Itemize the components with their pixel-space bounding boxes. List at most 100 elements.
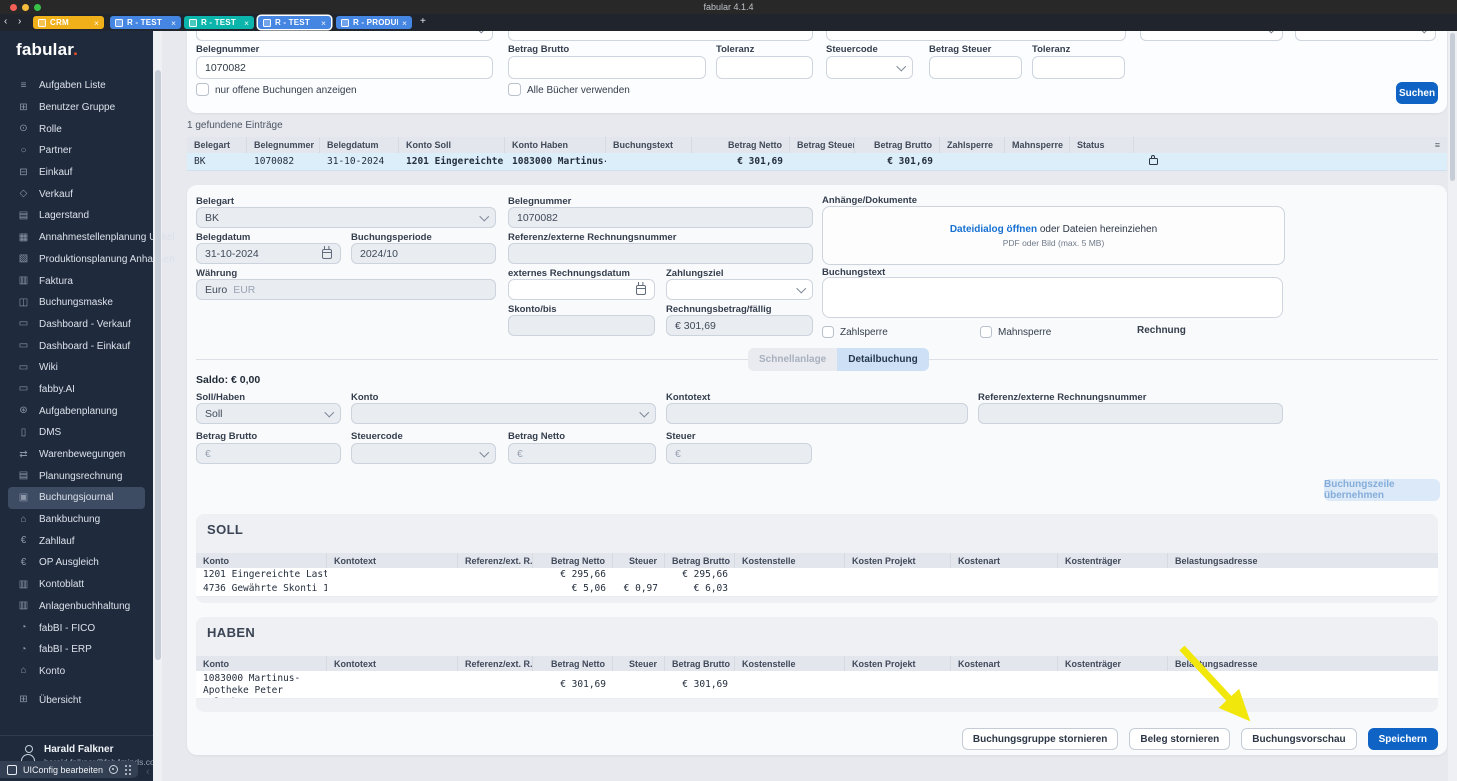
sidebar-item-dms[interactable]: ▯ DMS (0, 422, 153, 444)
sidebar-item-aufgabenplanung[interactable]: ⊛ Aufgabenplanung (0, 400, 153, 422)
buchungsvorschau-button[interactable]: Buchungsvorschau (1241, 728, 1357, 750)
sidebar-scrollbar-thumb[interactable] (154, 70, 161, 660)
tab-r-test-2[interactable]: R - TEST × (184, 16, 254, 29)
tab-r-produktiv[interactable]: R - PRODUKTIV × (336, 16, 412, 29)
sidebar-item-einkauf[interactable]: ⊟ Einkauf (0, 162, 153, 184)
ext-rechnungsdatum-input[interactable] (508, 279, 655, 300)
steuercode-select[interactable] (826, 56, 913, 79)
search-filter-select-1[interactable] (196, 31, 493, 41)
tab-r-test-3-active[interactable]: R - TEST × (258, 16, 331, 29)
haben-row[interactable]: 1083000 Martinus-Apotheke Peter Kalscheu… (196, 671, 1438, 699)
suchen-button[interactable]: Suchen (1396, 82, 1438, 104)
close-tab-icon[interactable]: × (402, 18, 407, 28)
back-icon[interactable]: ‹ (4, 16, 7, 27)
toleranz-input-2[interactable] (1032, 56, 1125, 79)
drag-handle-icon[interactable] (124, 764, 131, 775)
close-tab-icon[interactable]: × (94, 18, 99, 28)
purchase-icon: ⊟ (19, 166, 28, 178)
toleranz-input-1[interactable] (716, 56, 813, 79)
search-filter-select-2[interactable] (1140, 31, 1283, 41)
search-filter-input-2[interactable] (826, 31, 1126, 41)
sidebar-item-kontoblatt[interactable]: ▥ Kontoblatt (0, 574, 153, 596)
sidebar-item-rolle[interactable]: ⊙ Rolle (0, 118, 153, 140)
belegart-select: BK (196, 207, 496, 228)
col-belegart: Belegart (187, 137, 247, 153)
belegnummer-input[interactable]: 1070082 (196, 56, 493, 79)
referenz-input (508, 243, 813, 264)
sidebar-item-anlagenbuchhaltung[interactable]: ▥ Anlagenbuchhaltung (0, 596, 153, 618)
sidebar-item-fabbi-fico[interactable]: ◔ fabBI - FICO (0, 617, 153, 639)
sidebar-item-zahllauf[interactable]: € Zahllauf (0, 530, 153, 552)
column-menu-icon[interactable]: ≡ (1435, 140, 1440, 150)
buchungstext-textarea[interactable] (822, 277, 1283, 318)
sidebar-collapse-icon[interactable]: ‹ (146, 766, 150, 778)
mahnsperre-checkbox[interactable] (980, 326, 992, 338)
close-tab-icon[interactable]: × (321, 18, 326, 28)
sidebar-item-verkauf[interactable]: ◇ Verkauf (0, 183, 153, 205)
betrag-steuer-label: Betrag Steuer (929, 44, 992, 55)
booking-referenz-input (978, 403, 1283, 424)
nur-offene-buchungen-checkbox[interactable] (196, 83, 209, 96)
zahlsperre-checkbox[interactable] (822, 326, 834, 338)
alle-buecher-checkbox[interactable] (508, 83, 521, 96)
zahlungsziel-label: Zahlungsziel (666, 268, 724, 279)
sidebar-item-op-ausgleich[interactable]: € OP Ausgleich (0, 552, 153, 574)
file-dropzone[interactable]: Dateidialog öffnen oder Dateien hereinzi… (822, 206, 1285, 265)
gear-icon[interactable] (109, 765, 119, 774)
sidebar-item-planungsrechnung[interactable]: ▤ Planungsrechnung (0, 465, 153, 487)
speichern-button[interactable]: Speichern (1367, 728, 1438, 750)
chevron-down-icon (896, 61, 906, 71)
tab-r-test-1[interactable]: R - TEST × (110, 16, 181, 29)
tab-crm[interactable]: CRM × (33, 16, 104, 29)
app-tab-icon (38, 18, 46, 27)
zahlungsziel-select[interactable] (666, 279, 813, 300)
sidebar-item-buchungsjournal[interactable]: ▣ Buchungsjournal (8, 487, 145, 509)
sidebar-item-warenbewegungen[interactable]: ⇄ Warenbewegungen (0, 444, 153, 466)
sidebar-item-buchungsmaske[interactable]: ◫ Buchungsmaske (0, 292, 153, 314)
close-tab-icon[interactable]: × (244, 18, 249, 28)
col-kosten-projekt: Kosten Projekt (845, 553, 951, 568)
file-dialog-link[interactable]: Dateidialog öffnen (950, 224, 1037, 235)
sidebar-item-uebersicht[interactable]: ⊞ Übersicht (0, 689, 153, 711)
betrag-brutto-label: Betrag Brutto (508, 44, 570, 55)
search-filter-select-3[interactable] (1295, 31, 1436, 41)
sidebar-item-dashboard-einkauf[interactable]: ▭ Dashboard - Einkauf (0, 335, 153, 357)
close-tab-icon[interactable]: × (171, 18, 176, 28)
col-kostenart: Kostenart (951, 553, 1058, 568)
sidebar-item-bankbuchung[interactable]: ⌂ Bankbuchung (0, 509, 153, 531)
sidebar-item-fabbi-erp[interactable]: ◔ fabBI - ERP (0, 639, 153, 661)
planning-calc-icon: ▤ (18, 470, 29, 482)
sidebar-item-dashboard-verkauf[interactable]: ▭ Dashboard - Verkauf (0, 314, 153, 336)
sidebar-item-faktura[interactable]: ▥ Faktura (0, 270, 153, 292)
buchungsgruppe-stornieren-button[interactable]: Buchungsgruppe stornieren (961, 728, 1119, 750)
new-tab-icon[interactable]: + (420, 16, 426, 27)
tab-schnellanlage[interactable]: Schnellanlage (748, 348, 838, 371)
sidebar-item-fabby-ai[interactable]: ▭ fabby.AI (0, 379, 153, 401)
lock-icon (1149, 154, 1158, 165)
dashboard-sales-icon: ▭ (18, 318, 29, 330)
soll-row[interactable]: 4736 Gewährte Skonti 19% € 5,06 € 0,97 €… (196, 582, 1438, 597)
col-kostentraeger: Kostenträger (1058, 656, 1168, 671)
betrag-steuer-input[interactable] (929, 56, 1022, 79)
sidebar-item-wiki[interactable]: ▭ Wiki (0, 357, 153, 379)
uiconfig-checkbox[interactable] (7, 764, 17, 775)
sidebar-item-partner[interactable]: ○ Partner (0, 140, 153, 162)
result-row[interactable]: BK 1070082 31-10-2024 1201 Eingereichte … (187, 153, 1447, 171)
bi-erp-icon: ◔ (20, 643, 27, 655)
betrag-brutto-input[interactable] (508, 56, 706, 79)
soll-row[interactable]: 1201 Eingereichte Lastschriften € 295,66… (196, 568, 1438, 583)
booking-mode-tabs: Schnellanlage Detailbuchung (748, 348, 929, 371)
sidebar-item-annahmestellenplanung-unkel[interactable]: ▦ Annahmestellenplanung Unkel (0, 227, 175, 249)
forward-icon[interactable]: › (18, 16, 21, 27)
search-filter-input-1[interactable] (508, 31, 813, 41)
sidebar-item-lagerstand[interactable]: ▤ Lagerstand (0, 205, 153, 227)
tab-detailbuchung[interactable]: Detailbuchung (837, 348, 929, 371)
col-konto: Konto (196, 553, 327, 568)
sidebar-item-produktionsplanung-anhausen[interactable]: ▧ Produktionsplanung Anhausen (0, 249, 175, 271)
main-scrollbar-thumb[interactable] (1450, 33, 1455, 181)
sidebar-item-konto[interactable]: ⌂ Konto (0, 661, 153, 683)
buchungszeile-uebernehmen-button[interactable]: Buchungszeile übernehmen (1324, 479, 1440, 501)
sidebar-item-benutzer-gruppe[interactable]: ⊞ Benutzer Gruppe (0, 97, 153, 119)
beleg-stornieren-button[interactable]: Beleg stornieren (1129, 728, 1231, 750)
sidebar-item-aufgaben-liste[interactable]: ≡ Aufgaben Liste (0, 75, 153, 97)
